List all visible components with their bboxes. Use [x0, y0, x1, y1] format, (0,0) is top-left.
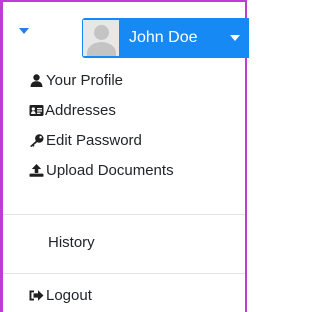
menu-item-label: Your Profile — [46, 72, 123, 89]
menu-item-your-profile[interactable]: Your Profile — [3, 66, 245, 96]
menu-item-label: History — [48, 234, 95, 251]
user-icon — [30, 74, 43, 87]
default-avatar-icon — [83, 20, 119, 56]
menu-divider — [3, 214, 245, 215]
menu-item-label: Upload Documents — [46, 162, 174, 179]
caret-down-icon — [19, 28, 29, 34]
caret-down-icon — [230, 35, 240, 41]
sign-out-icon — [29, 290, 44, 301]
menu-item-logout[interactable]: Logout — [3, 281, 245, 311]
menu-item-addresses[interactable]: Addresses — [3, 96, 245, 126]
menu-item-label: Edit Password — [46, 132, 142, 149]
key-icon — [30, 134, 44, 147]
window-frame-top — [0, 0, 247, 2]
menu-item-label: Logout — [46, 287, 92, 304]
user-name: John Doe — [129, 29, 198, 46]
menu-divider — [3, 273, 245, 274]
menu-item-history[interactable]: History — [3, 228, 245, 258]
user-menu-header: John Doe — [3, 4, 249, 62]
menu-item-edit-password[interactable]: Edit Password — [3, 126, 245, 156]
sidebar-toggle-button[interactable] — [12, 20, 34, 42]
address-card-icon — [29, 105, 44, 116]
upload-icon — [29, 164, 44, 177]
menu-item-label: Addresses — [45, 102, 116, 119]
user-dropdown-button[interactable]: John Doe — [82, 18, 249, 58]
menu-item-upload-documents[interactable]: Upload Documents — [3, 156, 245, 186]
